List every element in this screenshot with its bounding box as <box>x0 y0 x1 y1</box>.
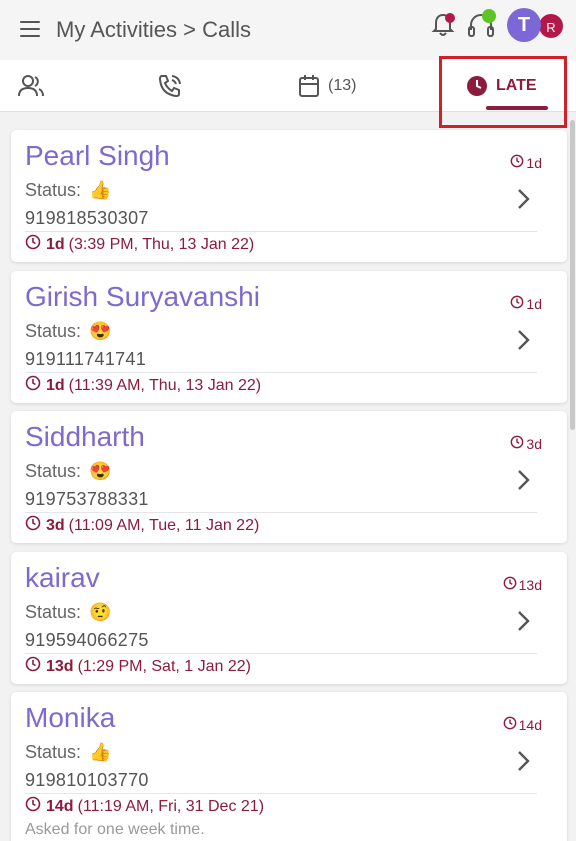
age-bold: 13d <box>46 657 74 675</box>
clock-icon <box>25 234 46 255</box>
status-emoji-icon: 🤨 <box>89 601 112 622</box>
status-row: Status: 🤨 <box>25 600 111 624</box>
divider <box>25 372 537 373</box>
phone-number: 919810103770 <box>25 770 149 790</box>
phone-number: 919818530307 <box>25 208 149 228</box>
chevron-right-icon[interactable] <box>515 467 533 493</box>
call-datetime: (11:39 AM, Thu, 13 Jan 22) <box>68 376 262 394</box>
status-label: Status: <box>25 741 82 762</box>
call-time: 14d (11:19 AM, Fri, 31 Dec 21) <box>25 796 264 817</box>
clock-icon <box>25 656 46 677</box>
scheduled-count: (13) <box>328 77 357 94</box>
chevron-right-icon[interactable] <box>515 186 533 212</box>
call-datetime: (11:09 AM, Tue, 11 Jan 22) <box>68 516 260 534</box>
clock-icon <box>25 515 46 536</box>
call-datetime: (11:19 AM, Fri, 31 Dec 21) <box>77 797 265 815</box>
divider <box>25 512 537 513</box>
status-emoji-icon: 👍 <box>89 741 112 762</box>
age-bold: 1d <box>46 376 65 394</box>
status-row: Status: 😍 <box>25 459 111 483</box>
chevron-right-icon[interactable] <box>515 327 533 353</box>
age-bold: 1d <box>46 235 65 253</box>
clock-icon <box>25 375 46 396</box>
age-badge: 1d <box>510 154 542 171</box>
user-avatar[interactable]: T <box>507 8 541 42</box>
call-card[interactable]: Monika 14d Status: 👍 919810103770 14d (11:19 A… <box>11 692 567 841</box>
age-text: 3d <box>526 435 542 452</box>
age-badge: 14d <box>503 716 542 733</box>
call-datetime: (3:39 PM, Thu, 13 Jan 22) <box>68 235 255 253</box>
clock-small-icon <box>510 435 526 452</box>
clock-icon <box>25 796 46 817</box>
status-label: Status: <box>25 460 82 481</box>
calendar-icon <box>299 75 319 97</box>
status-label: Status: <box>25 601 82 622</box>
status-emoji-icon: 😍 <box>89 460 112 481</box>
clock-small-icon <box>510 295 526 312</box>
call-time: 3d (11:09 AM, Tue, 11 Jan 22) <box>25 515 259 536</box>
tab-calls[interactable] <box>156 60 184 112</box>
age-text: 13d <box>518 576 542 593</box>
chevron-right-icon[interactable] <box>515 748 533 774</box>
divider <box>25 793 537 794</box>
clock-small-icon <box>503 716 519 733</box>
age-text: 1d <box>526 295 542 312</box>
menu-icon[interactable] <box>20 21 40 37</box>
top-app-bar: My Activities > Calls R T <box>0 0 576 60</box>
clock-small-icon <box>510 154 526 171</box>
age-badge: 1d <box>510 295 542 312</box>
call-note: Asked for one week time. <box>25 821 205 838</box>
breadcrumb: My Activities > Calls <box>56 17 251 42</box>
tab-scheduled[interactable]: (13) <box>298 60 356 112</box>
call-time: 1d (3:39 PM, Thu, 13 Jan 22) <box>25 234 254 255</box>
secondary-avatar[interactable]: R <box>537 12 565 40</box>
tab-contacts[interactable] <box>16 60 46 112</box>
status-row: Status: 👍 <box>25 740 111 764</box>
status-row: Status: 👍 <box>25 178 111 202</box>
phone-call-icon <box>158 75 181 98</box>
divider <box>25 653 537 654</box>
contact-name[interactable]: kairav <box>25 562 100 594</box>
contact-name[interactable]: Monika <box>25 702 115 734</box>
age-badge: 13d <box>503 576 542 593</box>
clock-small-icon <box>503 576 519 593</box>
contact-name[interactable]: Girish Suryavanshi <box>25 281 260 313</box>
divider <box>25 231 537 232</box>
age-text: 1d <box>526 154 542 171</box>
age-bold: 14d <box>46 797 74 815</box>
call-card[interactable]: kairav 13d Status: 🤨 919594066275 13d (1:29 PM… <box>11 552 567 684</box>
age-badge: 3d <box>510 435 542 452</box>
status-row: Status: 😍 <box>25 319 111 343</box>
status-emoji-icon: 😍 <box>89 320 112 341</box>
call-time: 1d (11:39 AM, Thu, 13 Jan 22) <box>25 375 261 396</box>
contact-name[interactable]: Siddharth <box>25 421 145 453</box>
highlight-box <box>439 56 567 128</box>
call-card[interactable]: Girish Suryavanshi 1d Status: 😍 919111741741… <box>11 271 567 403</box>
call-datetime: (1:29 PM, Sat, 1 Jan 22) <box>77 657 251 675</box>
scrollbar[interactable] <box>570 120 575 430</box>
contacts-icon <box>18 75 44 97</box>
call-time: 13d (1:29 PM, Sat, 1 Jan 22) <box>25 656 251 677</box>
chevron-right-icon[interactable] <box>515 608 533 634</box>
notification-bell-icon[interactable] <box>428 10 458 40</box>
status-label: Status: <box>25 179 82 200</box>
age-text: 14d <box>518 716 542 733</box>
call-card[interactable]: Pearl Singh 1d Status: 👍 919818530307 1d (3:39… <box>11 130 567 262</box>
status-emoji-icon: 👍 <box>89 179 112 200</box>
call-card[interactable]: Siddharth 3d Status: 😍 919753788331 3d (11:09 … <box>11 411 567 543</box>
phone-number: 919594066275 <box>25 630 149 650</box>
phone-number: 919111741741 <box>25 349 147 369</box>
headset-icon[interactable] <box>464 8 498 42</box>
phone-number: 919753788331 <box>25 489 149 509</box>
age-bold: 3d <box>46 516 65 534</box>
contact-name[interactable]: Pearl Singh <box>25 140 170 172</box>
status-label: Status: <box>25 320 82 341</box>
